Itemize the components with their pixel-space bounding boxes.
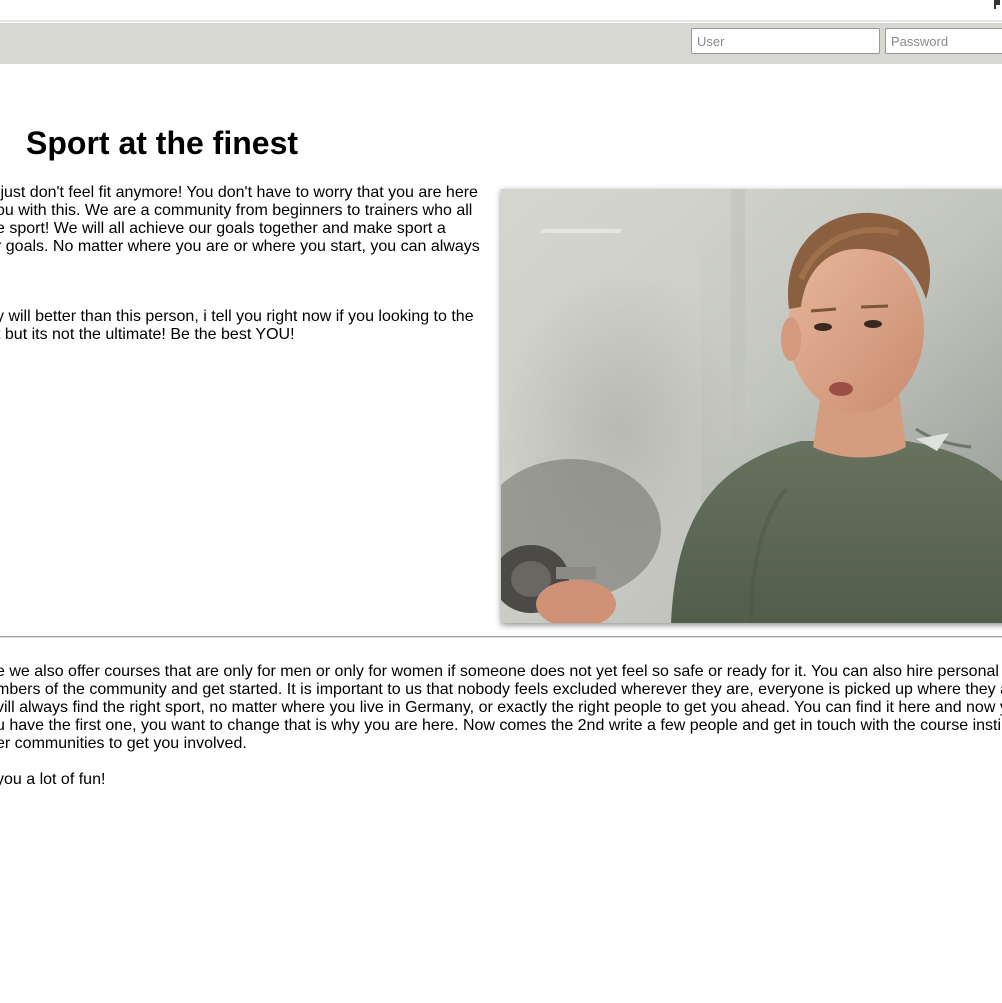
top-strip <box>0 0 1002 22</box>
text-line: y will better than this person, i tell y… <box>0 308 474 325</box>
section-divider <box>0 636 1002 638</box>
text-line: er communities to get you involved. <box>0 735 247 752</box>
password-input[interactable] <box>885 28 1002 54</box>
login-bar <box>0 23 1002 64</box>
text-line: e we also offer courses that are only fo… <box>0 663 1002 680</box>
trainer-photo-icon <box>501 189 1002 623</box>
info-paragraph: e we also offer courses that are only fo… <box>0 663 1002 753</box>
flag-icon[interactable] <box>994 0 1002 9</box>
text-line: u have the first one, you want to change… <box>0 717 1002 734</box>
closing-paragraph: you a lot of fun! <box>0 771 105 789</box>
page-title: Sport at the finest <box>26 125 299 161</box>
text-line: ou with this. We are a community from be… <box>0 202 473 219</box>
text-line: you a lot of fun! <box>0 771 106 788</box>
intro-paragraph: just don't feel fit anymore! You don't h… <box>0 184 480 256</box>
text-line: just don't feel fit anymore! You don't h… <box>0 184 478 201</box>
motivation-paragraph: y will better than this person, i tell y… <box>0 308 474 344</box>
text-line: mbers of the community and get started. … <box>0 681 1002 698</box>
text-line: e sport! We will all achieve our goals t… <box>0 220 446 237</box>
hero-image <box>501 189 1002 623</box>
text-line: r goals. No matter where you are or wher… <box>0 238 480 255</box>
text-line: vill always find the right sport, no mat… <box>0 699 1002 716</box>
text-line: t but its not the ultimate! Be the best … <box>0 326 295 343</box>
user-input[interactable] <box>691 28 880 54</box>
